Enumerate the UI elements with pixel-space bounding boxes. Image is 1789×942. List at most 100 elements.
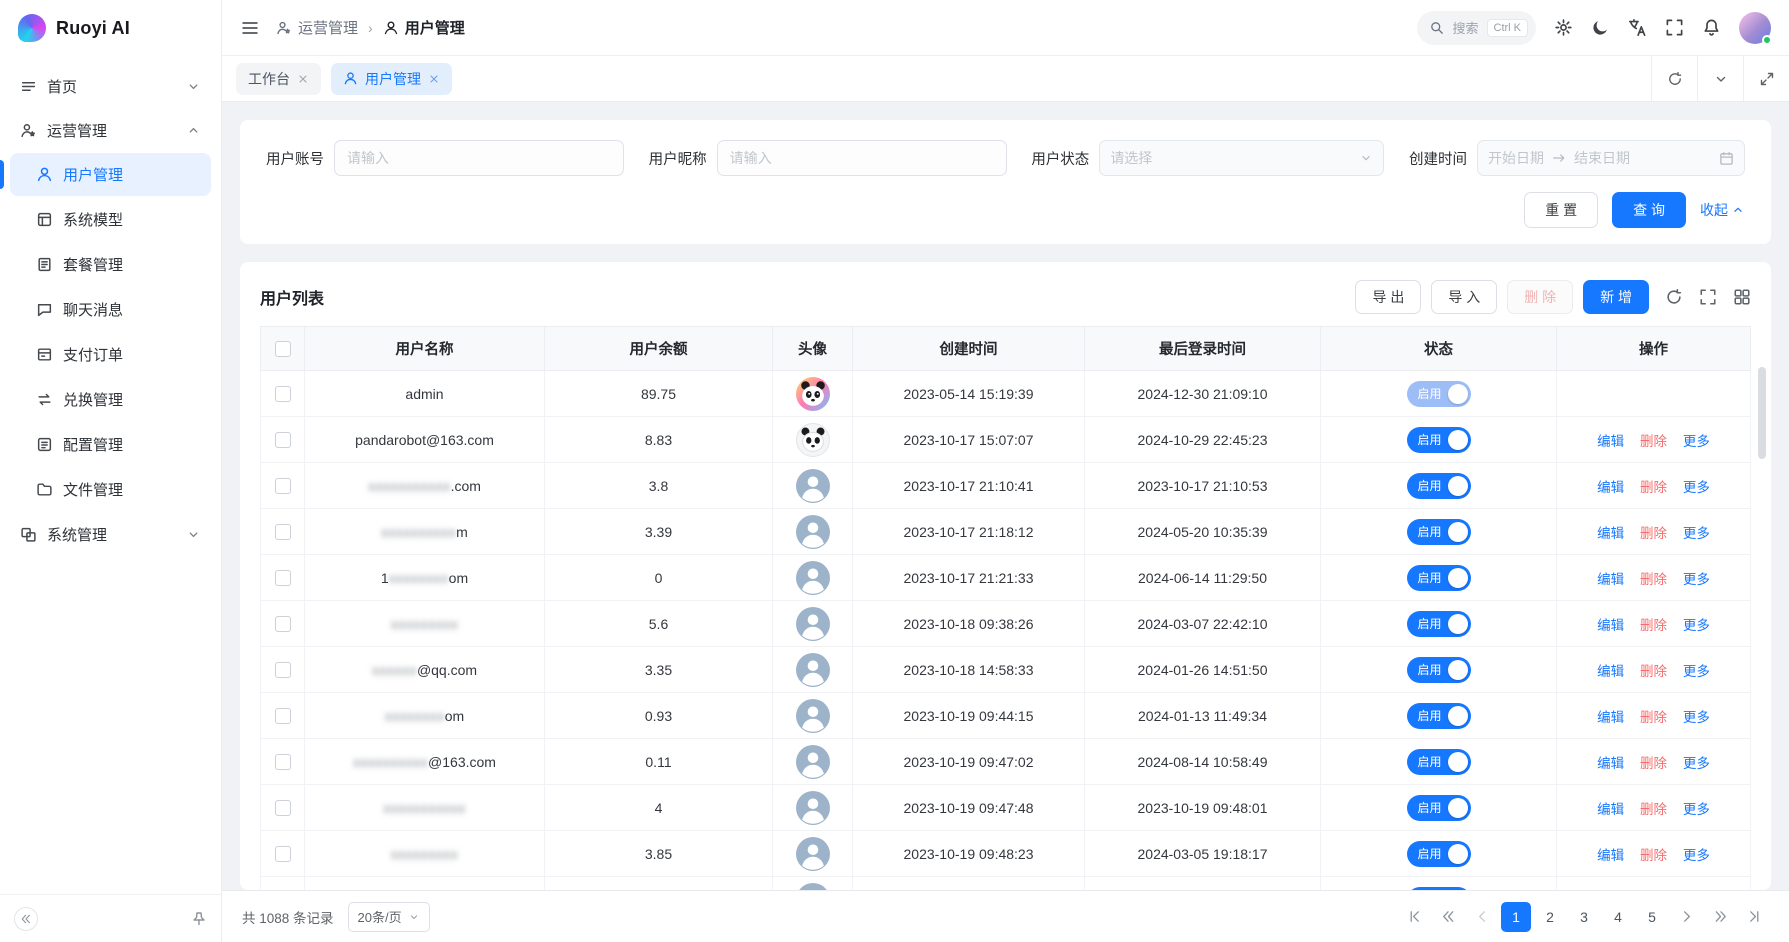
first-page-button[interactable] [1399,902,1429,932]
delete-link[interactable]: 删除 [1640,664,1667,679]
delete-link[interactable]: 删除 [1640,756,1667,771]
pin-icon[interactable] [191,911,207,927]
delete-button[interactable]: 删 除 [1507,280,1573,314]
status-toggle[interactable]: 启用 [1407,841,1471,867]
close-icon[interactable] [428,73,440,85]
row-checkbox[interactable] [275,662,291,678]
sidebar-item-chat-messages[interactable]: 聊天消息 [10,288,211,331]
page-button-5[interactable]: 5 [1637,902,1667,932]
row-checkbox[interactable] [275,478,291,494]
status-toggle[interactable]: 启用 [1407,565,1471,591]
last-page-button[interactable] [1739,902,1769,932]
more-link[interactable]: 更多 [1683,848,1710,863]
sidebar-item-payment-orders[interactable]: 支付订单 [10,333,211,376]
language-icon[interactable] [1628,18,1647,37]
row-checkbox[interactable] [275,708,291,724]
fullscreen-table-icon[interactable] [1699,288,1717,306]
table-scroll-area[interactable]: 用户名称 用户余额 头像 创建时间 最后登录时间 状态 操作 admin 89.… [260,326,1751,890]
edit-link[interactable]: 编辑 [1597,756,1624,771]
delete-link[interactable]: 删除 [1640,618,1667,633]
delete-link[interactable]: 删除 [1640,802,1667,817]
notifications-icon[interactable] [1702,18,1721,37]
edit-link[interactable]: 编辑 [1597,526,1624,541]
page-button-3[interactable]: 3 [1569,902,1599,932]
edit-link[interactable]: 编辑 [1597,710,1624,725]
export-button[interactable]: 导 出 [1355,280,1421,314]
more-link[interactable]: 更多 [1683,710,1710,725]
tab-workbench[interactable]: 工作台 [236,63,321,95]
sidebar-item-system-model[interactable]: 系统模型 [10,198,211,241]
reset-button[interactable]: 重 置 [1524,192,1598,228]
add-button[interactable]: 新 增 [1583,280,1649,314]
breadcrumb-item-user-management[interactable]: 用户管理 [383,17,465,38]
row-checkbox[interactable] [275,570,291,586]
sidebar-item-system[interactable]: 系统管理 [10,512,211,556]
page-button-2[interactable]: 2 [1535,902,1565,932]
query-button[interactable]: 查 询 [1612,192,1686,228]
edit-link[interactable]: 编辑 [1597,618,1624,633]
sidebar-item-file-management[interactable]: 文件管理 [10,468,211,511]
account-input[interactable] [334,140,624,176]
edit-link[interactable]: 编辑 [1597,434,1624,449]
maximize-content-button[interactable] [1743,56,1789,101]
delete-link[interactable]: 删除 [1640,434,1667,449]
fullscreen-icon[interactable] [1665,18,1684,37]
nickname-input[interactable] [717,140,1007,176]
refresh-page-button[interactable] [1651,56,1697,101]
row-checkbox[interactable] [275,386,291,402]
select-all-checkbox[interactable] [275,341,291,357]
status-toggle[interactable]: 启用 [1407,519,1471,545]
sidebar-item-operations[interactable]: 运营管理 [10,108,211,152]
breadcrumb-item-operations[interactable]: 运营管理 [276,17,358,38]
import-button[interactable]: 导 入 [1431,280,1497,314]
status-toggle[interactable]: 启用 [1407,749,1471,775]
more-link[interactable]: 更多 [1683,526,1710,541]
more-link[interactable]: 更多 [1683,572,1710,587]
tab-options-button[interactable] [1697,56,1743,101]
page-button-4[interactable]: 4 [1603,902,1633,932]
more-link[interactable]: 更多 [1683,802,1710,817]
app-logo[interactable]: Ruoyi AI [0,0,221,56]
delete-link[interactable]: 删除 [1640,848,1667,863]
sidebar-item-exchange-management[interactable]: 兑换管理 [10,378,211,421]
status-toggle[interactable]: 启用 [1407,887,1471,891]
sidebar-item-home[interactable]: 首页 [10,64,211,108]
status-toggle[interactable]: 启用 [1407,611,1471,637]
row-checkbox[interactable] [275,616,291,632]
delete-link[interactable]: 删除 [1640,710,1667,725]
edit-link[interactable]: 编辑 [1597,664,1624,679]
edit-link[interactable]: 编辑 [1597,802,1624,817]
close-icon[interactable] [297,73,309,85]
edit-link[interactable]: 编辑 [1597,572,1624,587]
table-scrollbar-thumb[interactable] [1758,367,1766,459]
prev-jump-button[interactable] [1433,902,1463,932]
menu-toggle-icon[interactable] [240,18,260,38]
page-button-1[interactable]: 1 [1501,902,1531,932]
delete-link[interactable]: 删除 [1640,526,1667,541]
status-toggle[interactable]: 启用 [1407,473,1471,499]
row-checkbox[interactable] [275,432,291,448]
more-link[interactable]: 更多 [1683,434,1710,449]
column-settings-icon[interactable] [1733,288,1751,306]
dark-mode-icon[interactable] [1591,18,1610,37]
sidebar-item-user-management[interactable]: 用户管理 [10,153,211,196]
status-select[interactable]: 请选择 [1099,140,1384,176]
page-size-select[interactable]: 20条/页 [348,902,430,932]
collapse-filter-link[interactable]: 收起 [1700,200,1745,220]
row-checkbox[interactable] [275,800,291,816]
more-link[interactable]: 更多 [1683,756,1710,771]
more-link[interactable]: 更多 [1683,618,1710,633]
delete-link[interactable]: 删除 [1640,572,1667,587]
refresh-table-icon[interactable] [1665,288,1683,306]
next-jump-button[interactable] [1705,902,1735,932]
edit-link[interactable]: 编辑 [1597,480,1624,495]
row-checkbox[interactable] [275,524,291,540]
user-avatar-button[interactable] [1739,12,1771,44]
edit-link[interactable]: 编辑 [1597,848,1624,863]
date-range-picker[interactable]: 开始日期 结束日期 [1477,140,1745,176]
settings-icon[interactable] [1554,18,1573,37]
status-toggle[interactable]: 启用 [1407,795,1471,821]
status-toggle[interactable]: 启用 [1407,381,1471,407]
sidebar-item-config-management[interactable]: 配置管理 [10,423,211,466]
prev-page-button[interactable] [1467,902,1497,932]
